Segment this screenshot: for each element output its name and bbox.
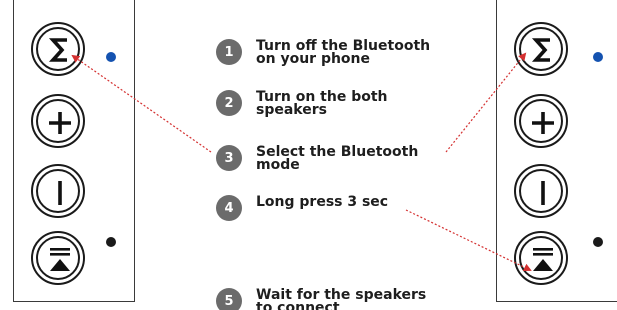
eject-icon [533,248,553,271]
step-1: 1 Turn off the Bluetooth on your phone [216,38,456,67]
plus-icon [532,112,554,134]
step-text: Long press 3 sec [256,194,389,210]
right-speaker-panel [496,0,617,302]
step-number-badge: 4 [216,195,242,221]
right-volume-up-button[interactable] [514,94,568,148]
left-volume-down-button[interactable] [31,164,85,218]
minus-icon [58,181,62,205]
step-text: Turn off the Bluetooth on your phone [256,38,431,67]
sigma-icon [48,38,67,62]
eject-icon [50,248,70,271]
step-2: 2 Turn on the both speakers [216,89,456,118]
right-mode-button[interactable] [514,22,568,76]
step-number-badge: 1 [216,39,242,65]
step-text: Select the Bluetooth mode [256,144,419,173]
sigma-icon [531,38,550,62]
right-volume-down-button[interactable] [514,164,568,218]
step-text: Wait for the speakers to connect [256,287,427,310]
step-text: Turn on the both speakers [256,89,388,118]
step-number-badge: 3 [216,145,242,171]
left-volume-up-button[interactable] [31,94,85,148]
step-3: 3 Select the Bluetooth mode [216,144,456,173]
step-5: 5 Wait for the speakers to connect [216,287,456,310]
left-black-indicator [106,237,116,247]
left-speaker-panel [13,0,135,302]
left-blue-indicator [106,52,116,62]
diagram-canvas: 1 Turn off the Bluetooth on your phone 2… [0,0,617,310]
plus-icon [49,112,71,134]
right-eject-button[interactable] [514,231,568,285]
minus-icon [541,181,545,205]
left-eject-button[interactable] [31,231,85,285]
left-mode-button[interactable] [31,22,85,76]
step-number-badge: 5 [216,288,242,310]
right-blue-indicator [593,52,603,62]
right-black-indicator [593,237,603,247]
step-4: 4 Long press 3 sec [216,194,456,221]
step-number-badge: 2 [216,90,242,116]
